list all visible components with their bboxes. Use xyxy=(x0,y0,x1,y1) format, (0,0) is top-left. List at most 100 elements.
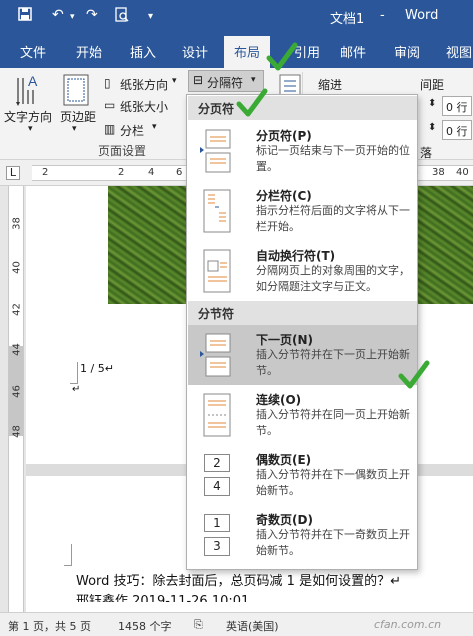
ribbon-tabs: 文件 开始 插入 设计 布局 引用 邮件 审阅 视图 xyxy=(0,32,473,68)
menu-item-continuous[interactable]: 连续(O) 插入分节符并在同一页上开始新节。 xyxy=(188,385,417,445)
page-break-icon xyxy=(200,129,231,173)
menu-item-title: 奇数页(D) xyxy=(256,513,313,527)
columns-icon[interactable]: ▥ xyxy=(104,122,115,136)
next-page-section-icon xyxy=(200,333,231,377)
size-icon[interactable]: ▭ xyxy=(104,98,115,112)
ruler-tick: 40 xyxy=(456,167,469,178)
vertical-ruler[interactable]: 38 40 42 44 46 48 xyxy=(8,186,24,612)
spin-up-icon[interactable]: ⬍ xyxy=(428,98,436,109)
menu-item-desc: 指示分栏符后面的文字将从下一栏开始。 xyxy=(256,204,410,233)
menu-item-next-page[interactable]: 下一页(N) 插入分节符并在下一页上开始新节。 xyxy=(188,325,417,385)
ruler-tick: 6 xyxy=(176,167,183,178)
orientation-dropdown-icon[interactable]: ▾ xyxy=(172,76,177,86)
menu-item-desc: 标记一页结束与下一页开始的位置。 xyxy=(256,144,410,173)
check-mark-icon xyxy=(398,360,430,389)
margins-dropdown-icon[interactable]: ▾ xyxy=(72,124,77,134)
check-mark-icon xyxy=(266,42,298,71)
columns-dropdown-icon[interactable]: ▾ xyxy=(152,122,157,132)
continuous-section-icon xyxy=(203,393,231,437)
watermark-logo: cfan.com.cn xyxy=(374,618,442,631)
menu-item-title: 分页符(P) xyxy=(256,129,312,143)
size-button[interactable]: 纸张大小 xyxy=(120,98,168,115)
orientation-button[interactable]: 纸张方向 xyxy=(120,76,168,93)
menu-item-text-wrapping[interactable]: 自动换行符(T) 分隔网页上的对象周围的文字，如分隔题注文字与正文。 xyxy=(188,241,417,301)
breaks-dropdown-icon: ▾ xyxy=(251,75,256,85)
tab-layout[interactable]: 布局 xyxy=(224,36,271,68)
text-direction-icon[interactable]: A xyxy=(14,72,44,111)
spacing-label: 间距 xyxy=(420,78,445,92)
menu-item-title: 下一页(N) xyxy=(256,333,314,347)
tab-home[interactable]: 开始 xyxy=(76,42,102,61)
spacing-before-input[interactable]: 0 行 xyxy=(442,96,472,116)
text-direction-button[interactable]: 文字方向 xyxy=(4,108,52,125)
spacing-after-input[interactable]: 0 行 xyxy=(442,120,472,140)
menu-item-column-break[interactable]: 分栏符(C) 指示分栏符后面的文字将从下一栏开始。 xyxy=(188,181,417,241)
title-bar: ↶ ▾ ↷ ▾ 文档1 - Word xyxy=(0,0,473,32)
odd-icon-number: 1 xyxy=(204,514,230,532)
vruler-tick: 38 xyxy=(11,217,23,230)
section-breaks-section-header: 分节符 xyxy=(188,301,417,325)
odd-page-section-icon: 1 3 xyxy=(200,513,232,557)
paragraph-mark: ↵ xyxy=(72,384,81,395)
column-break-icon xyxy=(203,189,231,233)
ruler-tick: 2 xyxy=(42,167,49,178)
undo-icon[interactable]: ↶ xyxy=(52,7,64,23)
menu-item-desc: 插入分节符并在下一奇数页上开始新节。 xyxy=(256,528,410,557)
vruler-tick: 44 xyxy=(11,343,23,356)
text-direction-dropdown-icon[interactable]: ▾ xyxy=(28,124,33,134)
odd-icon-number: 3 xyxy=(204,537,230,556)
word-count-status[interactable]: 1458 个字 xyxy=(118,618,172,634)
document-title: 文档1 xyxy=(330,12,365,27)
menu-item-title: 偶数页(E) xyxy=(256,453,312,467)
page-breaks-section-header: 分页符 xyxy=(188,96,417,120)
menu-item-title: 分栏符(C) xyxy=(256,189,312,203)
document-line-2[interactable]: 邢钰鑫作 2019-11-26 10:01 xyxy=(76,590,249,602)
margins-icon[interactable] xyxy=(62,74,90,109)
vruler-tick: 42 xyxy=(11,303,23,316)
breaks-icon: ⊟ xyxy=(193,73,204,87)
margins-button[interactable]: 页边距 xyxy=(60,108,96,125)
check-mark-icon xyxy=(236,88,268,117)
customize-toolbar-icon[interactable]: ▾ xyxy=(148,11,153,22)
status-bar: 第 1 页，共 5 页 1458 个字 ⎘ 英语(美国) cfan.com.cn xyxy=(0,612,473,636)
tab-selector-icon[interactable]: L xyxy=(6,166,20,180)
app-name: Word xyxy=(405,8,439,23)
menu-item-title: 自动换行符(T) xyxy=(256,249,336,263)
language-status[interactable]: 英语(美国) xyxy=(226,618,279,634)
margin-corner-mark xyxy=(64,544,72,566)
svg-text:A: A xyxy=(28,73,38,89)
page-number-field: 1 / 5↵ xyxy=(80,362,114,375)
print-preview-icon[interactable] xyxy=(114,7,130,27)
menu-item-desc: 插入分节符并在下一偶数页上开始新节。 xyxy=(256,468,410,497)
vruler-tick: 48 xyxy=(11,425,23,438)
tab-file[interactable]: 文件 xyxy=(20,42,46,61)
tab-review[interactable]: 审阅 xyxy=(394,42,420,61)
menu-item-even-page[interactable]: 2 4 偶数页(E) 插入分节符并在下一偶数页上开始新节。 xyxy=(188,445,417,505)
menu-item-title: 连续(O) xyxy=(256,393,302,407)
spin-down-icon[interactable]: ⬍ xyxy=(428,122,436,133)
ruler-tick: 4 xyxy=(148,167,155,178)
paragraph-group-label: 落 xyxy=(420,146,433,160)
page-count-status[interactable]: 第 1 页，共 5 页 xyxy=(8,618,91,634)
title-separator: - xyxy=(380,8,385,23)
text-wrapping-icon xyxy=(203,249,231,293)
even-icon-number: 2 xyxy=(204,454,230,472)
redo-icon[interactable]: ↷ xyxy=(86,7,98,23)
menu-item-page-break[interactable]: 分页符(P) 标记一页结束与下一页开始的位置。 xyxy=(188,121,417,181)
ruler-tick: 2 xyxy=(118,167,125,178)
save-icon[interactable] xyxy=(18,7,32,25)
document-line-1[interactable]: Word 技巧：除去封面后，总页码减 1 是如何设置的？↵ xyxy=(76,570,401,589)
even-page-section-icon: 2 4 xyxy=(200,453,232,497)
proofing-icon[interactable]: ⎘ xyxy=(194,618,203,632)
columns-button[interactable]: 分栏 xyxy=(120,122,144,139)
margin-corner-mark xyxy=(70,362,78,384)
tab-insert[interactable]: 插入 xyxy=(130,42,156,61)
tab-mailings[interactable]: 邮件 xyxy=(340,42,366,61)
menu-item-odd-page[interactable]: 1 3 奇数页(D) 插入分节符并在下一奇数页上开始新节。 xyxy=(188,505,417,565)
orientation-icon[interactable]: ▯ xyxy=(104,76,111,90)
tab-view[interactable]: 视图 xyxy=(446,42,472,61)
menu-item-desc: 插入分节符并在下一页上开始新节。 xyxy=(256,348,410,377)
undo-dropdown-icon[interactable]: ▾ xyxy=(70,12,75,22)
tab-design[interactable]: 设计 xyxy=(182,42,208,61)
breaks-dropdown-menu: 分页符 分页符(P) 标记一页结束与下一页开始的位置。 分栏符(C) 指示分栏符… xyxy=(186,94,418,570)
